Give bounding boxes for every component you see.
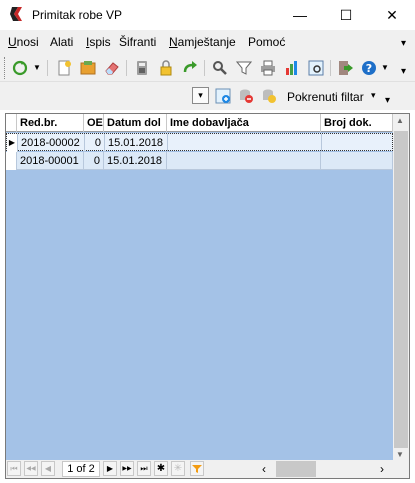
- new-document-icon[interactable]: [55, 59, 73, 77]
- remove-filter-icon[interactable]: [237, 87, 255, 105]
- help-icon[interactable]: ?: [360, 59, 378, 77]
- close-icon: ✕: [386, 6, 398, 23]
- next-record-button[interactable]: ▶: [103, 461, 117, 476]
- menu-alati[interactable]: Alati: [50, 35, 73, 49]
- cell-ime-dobavljaca[interactable]: [168, 134, 322, 152]
- close-button[interactable]: ✕: [369, 0, 415, 30]
- cell-datum-dol[interactable]: 15.01.2018: [104, 152, 167, 170]
- toolbar-separator: [204, 60, 205, 76]
- next-page-button[interactable]: ▶▶: [120, 461, 134, 476]
- app-icon: [9, 6, 25, 22]
- column-header-broj-dok[interactable]: Broj dok.: [321, 114, 393, 132]
- exit-icon[interactable]: [337, 59, 355, 77]
- menu-ispis[interactable]: Ispis: [86, 35, 111, 49]
- scroll-down-icon[interactable]: ▼: [396, 450, 404, 459]
- first-record-button[interactable]: ⏮: [7, 461, 21, 476]
- menu-sifranti[interactable]: Šifranti: [119, 35, 156, 49]
- toolbar-separator: [47, 60, 48, 76]
- add-filter-icon[interactable]: [214, 87, 232, 105]
- chart-icon[interactable]: [283, 59, 301, 77]
- toolbar-separator: [330, 60, 331, 76]
- scroll-left-icon[interactable]: ‹: [262, 462, 266, 476]
- cell-oe[interactable]: 0: [84, 152, 104, 170]
- cancel-record-button[interactable]: ✳: [171, 461, 185, 476]
- menu-unosi[interactable]: Unosi: [8, 35, 39, 49]
- edit-icon[interactable]: [79, 59, 97, 77]
- current-row-indicator-icon: ▶: [7, 134, 18, 152]
- grid-header: Red.br. OE Datum dol Ime dobavljača Broj…: [6, 114, 393, 132]
- cell-red-br[interactable]: 2018-00002: [18, 134, 85, 152]
- lock-icon[interactable]: [157, 59, 175, 77]
- vertical-scroll-thumb[interactable]: [394, 131, 408, 448]
- column-header-red-br[interactable]: Red.br.: [17, 114, 84, 132]
- minimize-button[interactable]: —: [277, 0, 323, 30]
- menu-overflow-icon[interactable]: ▾: [401, 38, 406, 49]
- maximize-button[interactable]: ☐: [323, 0, 369, 30]
- row-selector[interactable]: [6, 152, 17, 170]
- cell-ime-dobavljaca[interactable]: [167, 152, 321, 170]
- chevron-down-icon: ▾: [198, 90, 203, 100]
- calculator-icon[interactable]: [133, 59, 151, 77]
- filter-icon: [192, 464, 202, 473]
- filter-overflow-icon[interactable]: ▾: [385, 95, 390, 106]
- refresh-dropdown-icon[interactable]: ▼: [33, 63, 41, 72]
- table-row[interactable]: ▶ 2018-00002 0 15.01.2018: [6, 133, 394, 152]
- print-icon[interactable]: [259, 59, 277, 77]
- cell-oe[interactable]: 0: [85, 134, 105, 152]
- column-header-oe[interactable]: OE: [84, 114, 104, 132]
- svg-text:?: ?: [366, 62, 372, 75]
- cell-red-br[interactable]: 2018-00001: [17, 152, 84, 170]
- prev-record-button[interactable]: ◀: [41, 461, 55, 476]
- scroll-up-icon[interactable]: ▲: [396, 116, 404, 125]
- maximize-icon: ☐: [339, 6, 353, 23]
- page-indicator[interactable]: 1 of 2: [62, 461, 100, 477]
- run-filter-dropdown-icon[interactable]: ▾: [371, 90, 376, 101]
- add-record-button[interactable]: ✱: [154, 461, 168, 476]
- eraser-icon[interactable]: [103, 59, 121, 77]
- menu-pomoc[interactable]: Pomoć: [248, 35, 285, 49]
- database-filter-icon[interactable]: [260, 87, 278, 105]
- prev-page-button[interactable]: ◀◀: [24, 461, 38, 476]
- run-filter-button[interactable]: Pokrenuti filtar: [287, 90, 364, 104]
- toolbar-overflow-icon[interactable]: ▾: [401, 66, 406, 77]
- menu-namjestanje[interactable]: Namještanje: [169, 35, 236, 49]
- filter-icon[interactable]: [235, 59, 253, 77]
- column-header-datum-dol[interactable]: Datum dol: [104, 114, 167, 132]
- preview-icon[interactable]: [307, 59, 325, 77]
- cell-broj-dok[interactable]: [321, 152, 393, 170]
- cell-broj-dok[interactable]: [322, 134, 394, 152]
- cell-datum-dol[interactable]: 15.01.2018: [105, 134, 168, 152]
- scroll-right-icon[interactable]: ›: [380, 462, 384, 476]
- toolbar-separator: [126, 60, 127, 76]
- filter-dropdown-button[interactable]: ▾: [192, 87, 209, 104]
- table-row[interactable]: 2018-00001 0 15.01.2018: [6, 152, 393, 170]
- navigator-filter-button[interactable]: [190, 461, 204, 476]
- size-grip: [393, 460, 409, 478]
- help-dropdown-icon[interactable]: ▼: [381, 63, 389, 72]
- window-title: Primitak robe VP: [32, 8, 123, 22]
- refresh-icon[interactable]: [11, 59, 29, 77]
- last-record-button[interactable]: ⏭: [137, 461, 151, 476]
- minimize-icon: —: [293, 7, 307, 23]
- redo-icon[interactable]: [181, 59, 199, 77]
- toolbar-grip: [4, 57, 5, 79]
- column-header-ime-dobavljaca[interactable]: Ime dobavljača: [167, 114, 321, 132]
- header-row-selector: [6, 114, 17, 132]
- horizontal-scroll-thumb[interactable]: [276, 461, 316, 477]
- search-icon[interactable]: [211, 59, 229, 77]
